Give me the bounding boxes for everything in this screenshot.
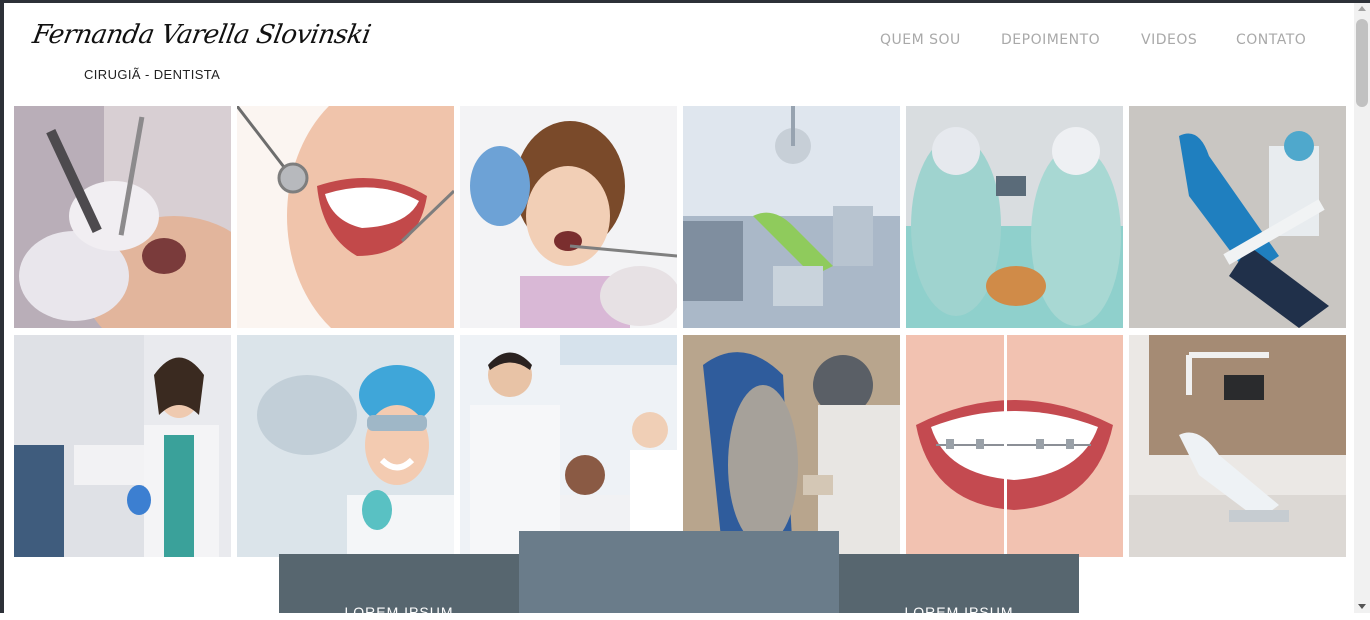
gallery-photo-dentist-elderly-patient[interactable] <box>460 335 677 557</box>
gallery-photo-dentist-woman[interactable] <box>14 335 231 557</box>
window-frame-left <box>0 0 4 613</box>
nav-item-quem-sou[interactable]: QUEM SOU <box>880 32 961 48</box>
window-frame-top <box>0 0 1370 3</box>
nav-item-depoimento[interactable]: DEPOIMENTO <box>1001 32 1100 48</box>
gallery-photo-dentist-mask-cap[interactable] <box>237 335 454 557</box>
gallery-photo-dental-treatment[interactable] <box>683 335 900 557</box>
gallery-photo-surgeons-operating[interactable] <box>906 106 1123 328</box>
gallery-photo-white-dental-chair[interactable] <box>1129 335 1346 557</box>
gallery-photo-dental-procedure[interactable] <box>14 106 231 328</box>
nav-item-videos[interactable]: VIDEOS <box>1141 32 1197 48</box>
gallery-photo-braces-smile[interactable] <box>906 335 1123 557</box>
feature-box-right-label: LOREM IPSUM <box>904 604 1014 620</box>
feature-box-right[interactable]: LOREM IPSUM <box>839 554 1079 620</box>
nav-item-contato[interactable]: CONTATO <box>1236 32 1306 48</box>
scroll-down-arrow-icon[interactable] <box>1358 604 1366 609</box>
scroll-up-arrow-icon[interactable] <box>1358 6 1366 11</box>
feature-box-center[interactable] <box>519 531 839 613</box>
brand-tagline: CIRUGIÃ - DENTISTA <box>84 67 221 82</box>
feature-box-left-label: LOREM IPSUM <box>344 604 454 620</box>
scrollbar-thumb[interactable] <box>1356 19 1368 107</box>
main-nav: QUEM SOU DEPOIMENTO VIDEOS CONTATO <box>0 32 1370 52</box>
gallery-photo-dental-clinic-room[interactable] <box>683 106 900 328</box>
feature-box-left[interactable]: LOREM IPSUM <box>279 554 519 620</box>
gallery-photo-smile-mirror[interactable] <box>237 106 454 328</box>
vertical-scrollbar[interactable] <box>1354 3 1370 613</box>
gallery-photo-child-patient[interactable] <box>460 106 677 328</box>
gallery-photo-blue-dental-chair[interactable] <box>1129 106 1346 328</box>
